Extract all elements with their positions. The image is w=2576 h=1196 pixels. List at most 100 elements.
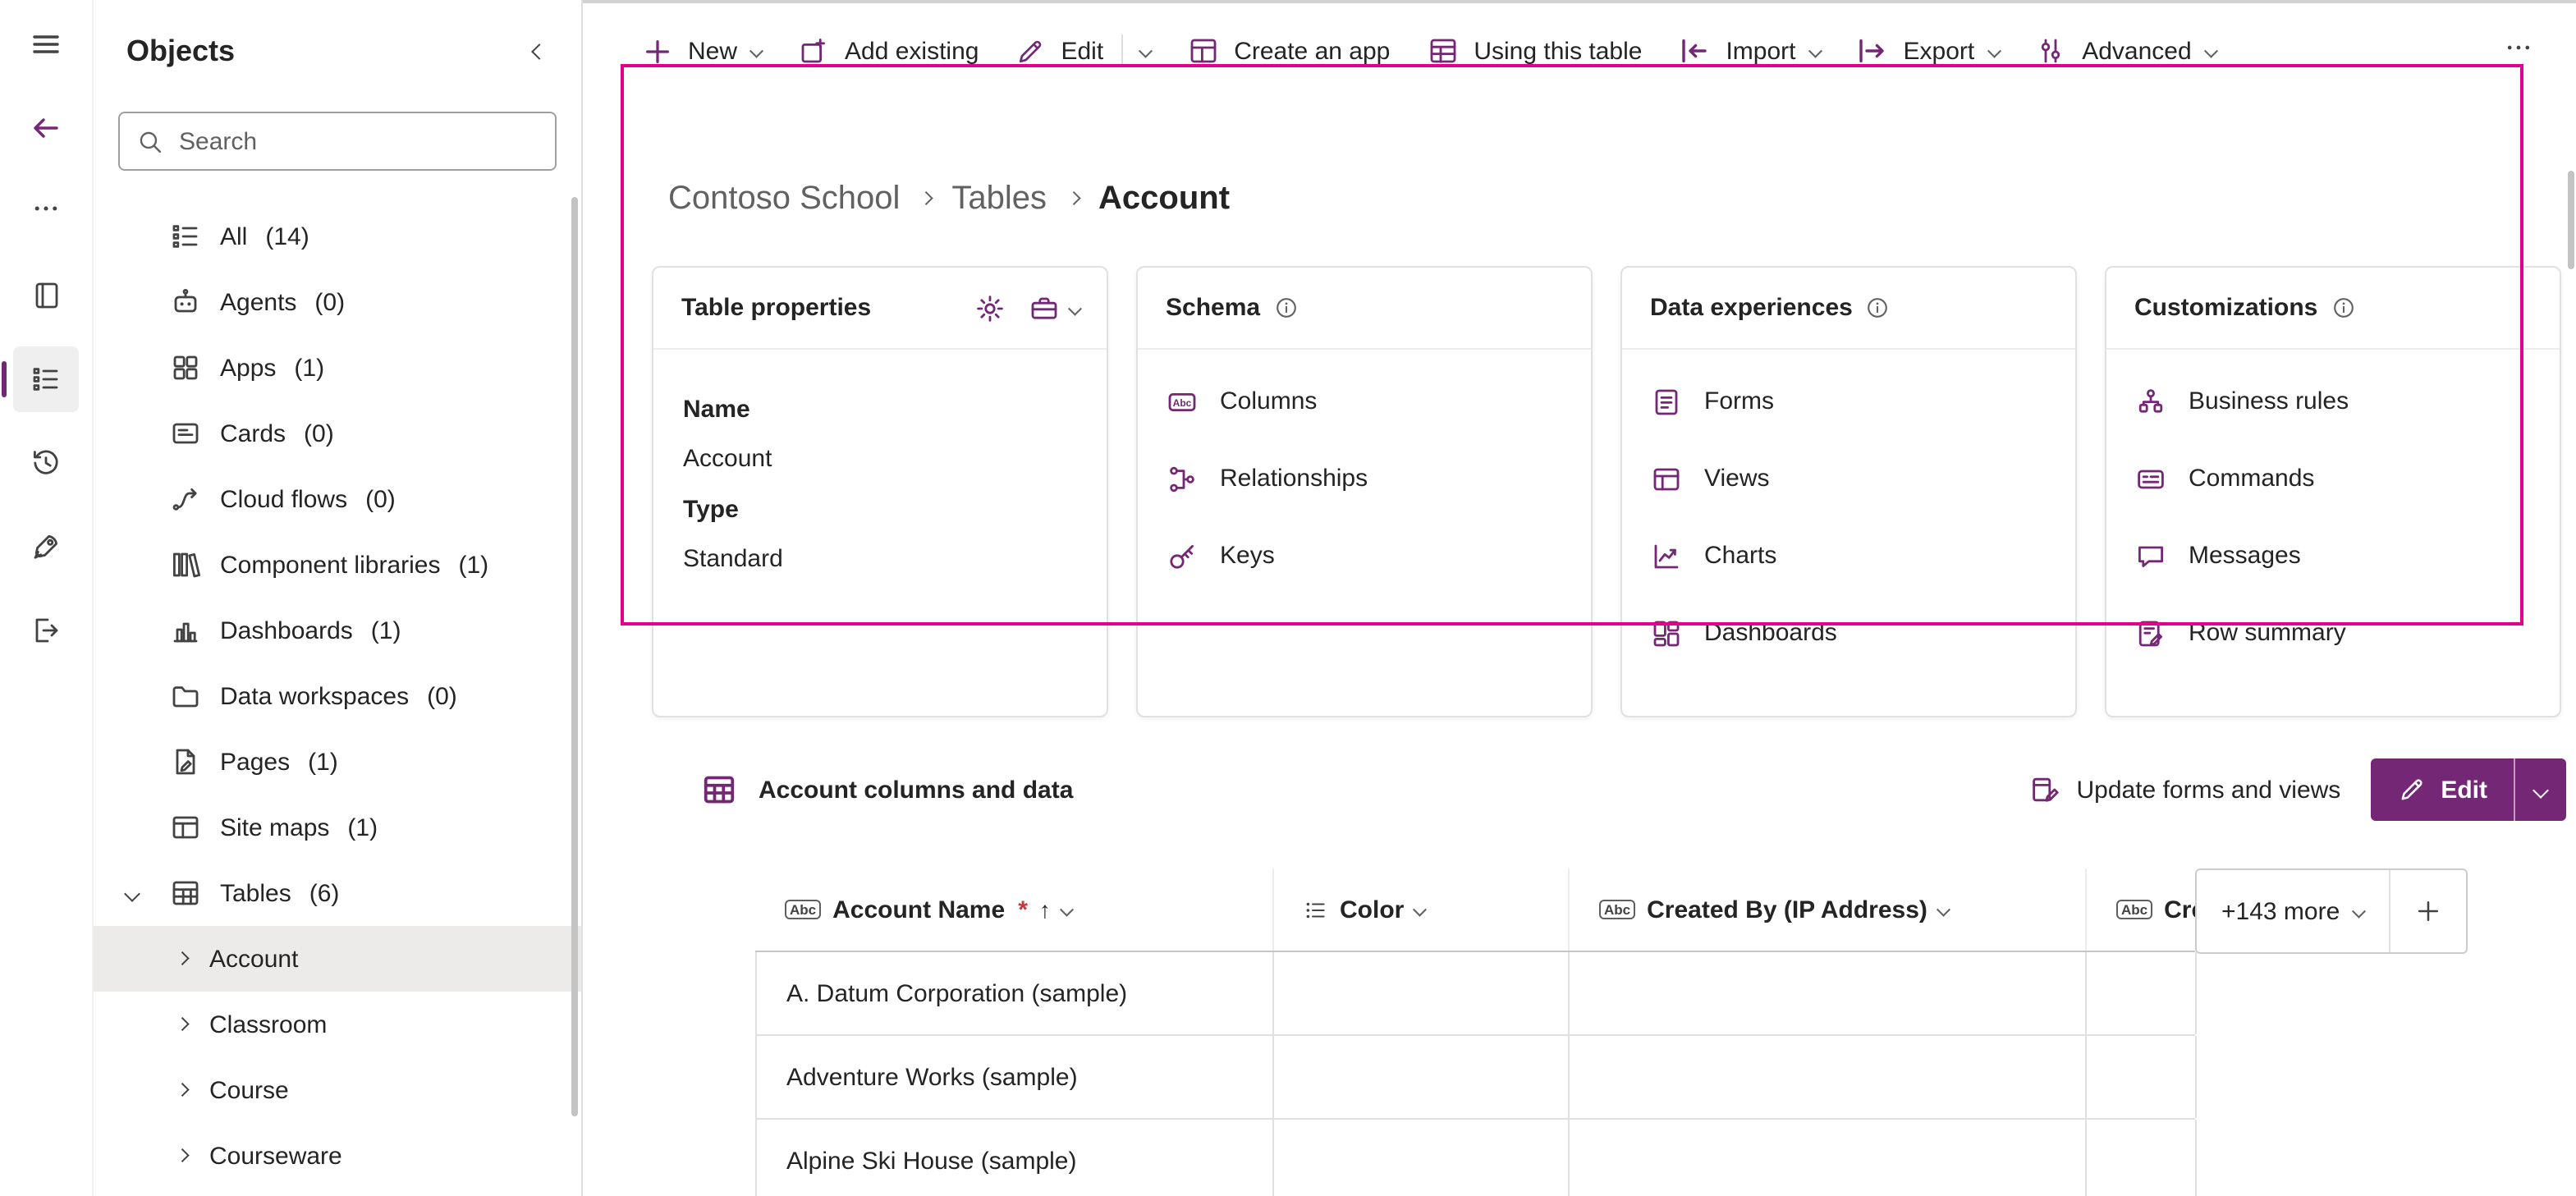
table-row[interactable]: A. Datum Corporation (sample) xyxy=(757,952,2195,1036)
keys-link[interactable]: Keys xyxy=(1138,517,1591,594)
edit-dropdown-button[interactable] xyxy=(2515,758,2566,821)
chevron-down-icon xyxy=(2532,781,2549,798)
messages-link[interactable]: Messages xyxy=(2106,517,2560,594)
svg-text:Abc: Abc xyxy=(1173,396,1192,408)
add-existing-button[interactable]: Add existing xyxy=(781,18,995,84)
business-rules-link[interactable]: Business rules xyxy=(2106,363,2560,440)
using-this-table-button[interactable]: Using this table xyxy=(1409,18,1658,84)
bot-icon xyxy=(169,286,202,318)
app-grid-icon xyxy=(1186,34,1219,67)
sidebar-scrollbar[interactable] xyxy=(571,197,578,1116)
cell-partial[interactable] xyxy=(2087,952,2197,1034)
cell-created-by-ip[interactable] xyxy=(1570,952,2087,1034)
folder-icon xyxy=(169,680,202,713)
dashboards-link[interactable]: Dashboards xyxy=(1622,594,2075,671)
sidebar-item-pages[interactable]: Pages(1) xyxy=(94,729,581,795)
column-header-account-name[interactable]: Abc Account Name * ↑ xyxy=(755,868,1272,951)
table-row[interactable]: Alpine Ski House (sample) xyxy=(757,1120,2195,1196)
charts-link[interactable]: Charts xyxy=(1622,517,2075,594)
chevron-down-icon xyxy=(1068,301,1081,314)
main-scrollbar[interactable] xyxy=(2568,171,2574,269)
sidebar-item-all[interactable]: All(14) xyxy=(94,204,581,269)
sidebar-item-component-libraries[interactable]: Component libraries(1) xyxy=(94,532,581,598)
sidebar-item-account[interactable]: Account xyxy=(94,926,581,992)
edit-button[interactable]: Edit xyxy=(998,18,1167,84)
commands-link[interactable]: Commands xyxy=(2106,440,2560,517)
info-icon xyxy=(1866,296,1891,320)
row-summary-link[interactable]: Row summary xyxy=(2106,594,2560,671)
edit-split-button[interactable]: Edit xyxy=(2370,758,2566,821)
collapse-panel-button[interactable] xyxy=(534,36,545,66)
add-column-button[interactable] xyxy=(2390,870,2465,952)
cell-partial[interactable] xyxy=(2087,1120,2197,1196)
edit-primary-button[interactable]: Edit xyxy=(2370,775,2514,804)
advanced-button[interactable]: Advanced xyxy=(2018,18,2231,84)
create-an-app-button[interactable]: Create an app xyxy=(1170,18,1406,84)
sidebar-item-tables[interactable]: Tables(6) xyxy=(94,860,581,926)
cell-partial[interactable] xyxy=(2087,1036,2197,1118)
history-button[interactable] xyxy=(13,430,79,496)
cell-color[interactable] xyxy=(1274,1120,1570,1196)
back-button[interactable] xyxy=(13,95,79,161)
sidebar-item-data-workspaces[interactable]: Data workspaces(0) xyxy=(94,663,581,729)
relationships-link[interactable]: Relationships xyxy=(1138,440,1591,517)
link-label: Forms xyxy=(1704,387,1774,415)
workspace-button[interactable] xyxy=(13,263,79,328)
cell-account-name[interactable]: Alpine Ski House (sample) xyxy=(757,1120,1274,1196)
forms-link[interactable]: Forms xyxy=(1622,363,2075,440)
sidebar-item-site-maps[interactable]: Site maps(1) xyxy=(94,795,581,860)
column-header-partial[interactable]: Abc Crea xyxy=(2085,868,2195,951)
views-link[interactable]: Views xyxy=(1622,440,2075,517)
cell-account-name[interactable]: A. Datum Corporation (sample) xyxy=(757,952,1274,1034)
sidebar-item-apps[interactable]: Apps(1) xyxy=(94,335,581,401)
sidebar-item-courseware[interactable]: Courseware xyxy=(94,1123,581,1189)
more-columns-button[interactable]: +143 more xyxy=(2197,870,2388,952)
cell-color[interactable] xyxy=(1274,1036,1570,1118)
sidebar-item-dashboards[interactable]: Dashboards(1) xyxy=(94,598,581,663)
tools-dropdown-button[interactable] xyxy=(1027,291,1079,324)
cell-created-by-ip[interactable] xyxy=(1570,1120,2087,1196)
item-count: (0) xyxy=(314,288,345,316)
sidebar-item-cards[interactable]: Cards(0) xyxy=(94,401,581,466)
table-row[interactable]: Adventure Works (sample) xyxy=(757,1036,2195,1120)
new-button[interactable]: New xyxy=(626,18,777,84)
nav-menu-button[interactable] xyxy=(13,11,79,77)
rail-more-button[interactable] xyxy=(13,179,79,245)
item-label: Dashboards xyxy=(220,616,353,644)
sidebar-item-course[interactable]: Course xyxy=(94,1057,581,1123)
sidebar-item-agents[interactable]: Agents(0) xyxy=(94,269,581,335)
breadcrumb-solution[interactable]: Contoso School xyxy=(668,180,900,218)
item-label: Apps xyxy=(220,354,276,382)
exit-solution-button[interactable] xyxy=(13,598,79,663)
hamburger-icon xyxy=(30,28,62,61)
objects-button[interactable] xyxy=(13,346,79,412)
cell-account-name[interactable]: Adventure Works (sample) xyxy=(757,1036,1274,1118)
import-button[interactable]: Import xyxy=(1662,18,1836,84)
column-header-created-by-ip[interactable]: Abc Created By (IP Address) xyxy=(1568,868,2085,951)
chevron-down-icon xyxy=(1414,903,1427,916)
item-label: Course xyxy=(209,1076,289,1104)
export-button[interactable]: Export xyxy=(1840,18,2015,84)
column-label: Crea xyxy=(2164,896,2195,923)
rocket-button[interactable] xyxy=(13,514,79,580)
column-header-color[interactable]: Color xyxy=(1272,868,1568,951)
sidebar-item-classroom[interactable]: Classroom xyxy=(94,992,581,1057)
search-box[interactable] xyxy=(118,112,557,171)
cell-color[interactable] xyxy=(1274,952,1570,1034)
data-experiences-card: Data experiences Forms Views xyxy=(1620,266,2077,717)
button-label: New xyxy=(688,37,737,65)
breadcrumb-tables[interactable]: Tables xyxy=(951,180,1047,218)
button-label: Edit xyxy=(2441,776,2487,804)
cell-created-by-ip[interactable] xyxy=(1570,1036,2087,1118)
chevron-down-icon xyxy=(124,886,140,902)
command-bar-more-button[interactable] xyxy=(2487,18,2550,84)
search-input[interactable] xyxy=(179,127,539,155)
columns-link[interactable]: Abc Columns xyxy=(1138,363,1591,440)
table-usage-icon xyxy=(1426,34,1459,67)
update-forms-views-button[interactable]: Update forms and views xyxy=(2029,773,2341,806)
text-type-icon: Abc xyxy=(2116,900,2152,920)
settings-gear-button[interactable] xyxy=(973,291,1006,324)
link-label: Views xyxy=(1704,465,1770,493)
link-label: Messages xyxy=(2189,542,2301,570)
sidebar-item-cloud-flows[interactable]: Cloud flows(0) xyxy=(94,466,581,532)
